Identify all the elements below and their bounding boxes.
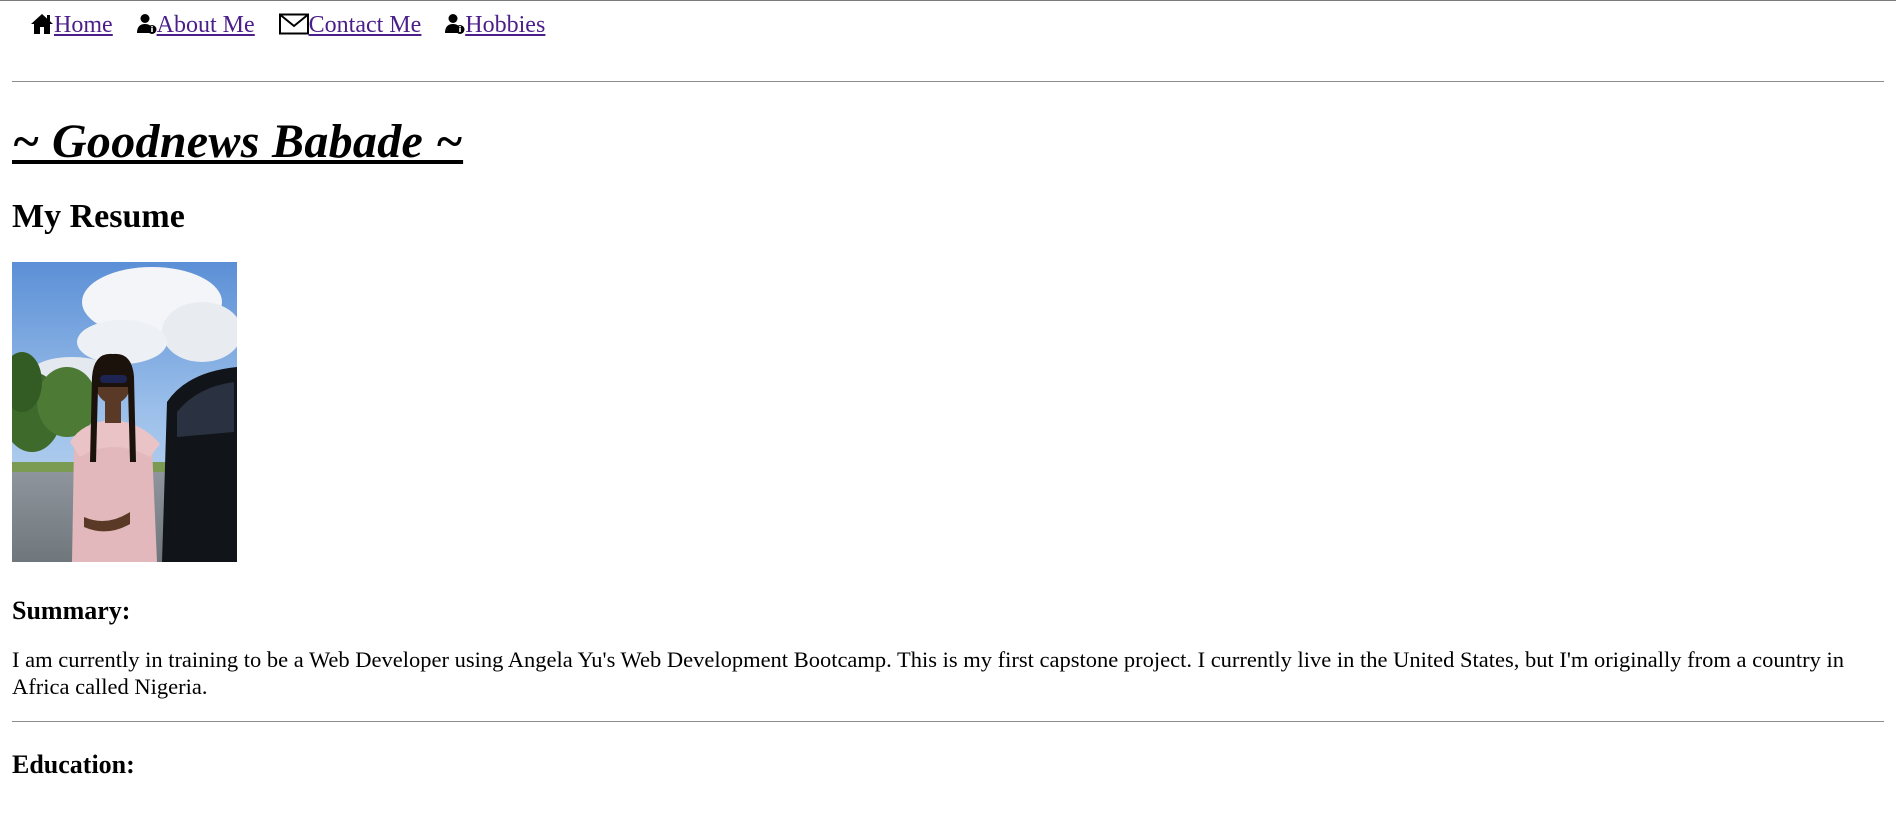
nav-link-about-me-label: About Me: [156, 12, 255, 38]
top-nav: Home About Me Contact Me Hobbies: [12, 1, 1884, 49]
profile-photo: [12, 262, 237, 562]
nav-link-hobbies[interactable]: Hobbies: [445, 11, 545, 41]
page: Home About Me Contact Me Hobbies ~ Goodn…: [0, 1, 1896, 778]
user-info-icon: [136, 13, 157, 41]
nav-link-about-me[interactable]: About Me: [136, 11, 255, 41]
nav-link-contact-me[interactable]: Contact Me: [278, 11, 422, 41]
divider: [12, 721, 1884, 722]
education-heading: Education:: [12, 750, 135, 779]
nav-link-home-label: Home: [54, 12, 113, 38]
page-title: ~ Goodnews Babade ~: [12, 115, 464, 168]
nav-link-hobbies-label: Hobbies: [465, 12, 546, 38]
user-info-icon: [445, 13, 465, 41]
envelope-icon: [278, 13, 309, 41]
divider: [12, 81, 1884, 82]
page-subtitle: My Resume: [12, 198, 185, 235]
summary-text: I am currently in training to be a Web D…: [12, 647, 1844, 699]
home-icon: [30, 13, 54, 41]
nav-link-contact-me-label: Contact Me: [308, 12, 422, 38]
nav-link-home[interactable]: Home: [30, 11, 113, 41]
summary-heading: Summary:: [12, 596, 131, 625]
